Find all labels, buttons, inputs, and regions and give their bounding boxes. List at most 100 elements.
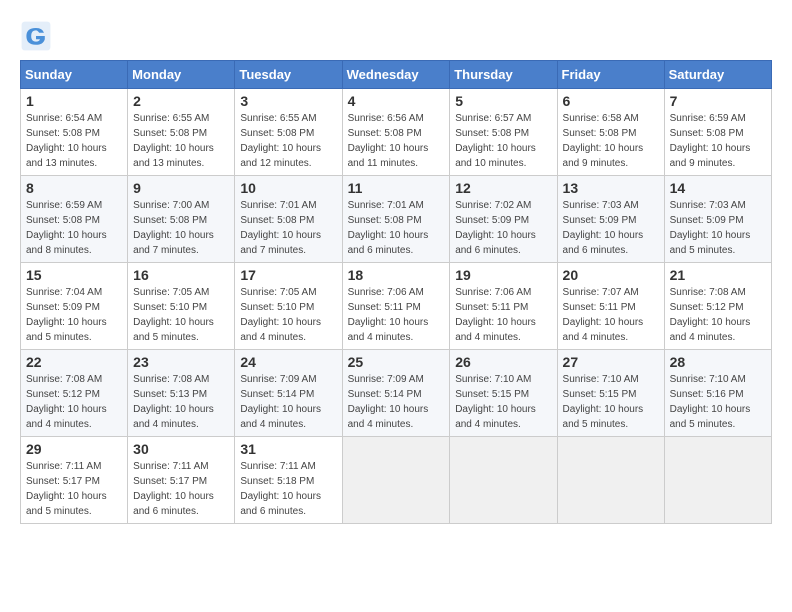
calendar-cell: 26 Sunrise: 7:10 AMSunset: 5:15 PMDaylig…	[450, 350, 557, 437]
day-info: Sunrise: 7:07 AMSunset: 5:11 PMDaylight:…	[563, 285, 659, 345]
day-info: Sunrise: 7:11 AMSunset: 5:18 PMDaylight:…	[240, 459, 336, 519]
calendar-cell: 15 Sunrise: 7:04 AMSunset: 5:09 PMDaylig…	[21, 263, 128, 350]
day-number: 21	[670, 267, 766, 283]
calendar-cell: 20 Sunrise: 7:07 AMSunset: 5:11 PMDaylig…	[557, 263, 664, 350]
day-number: 24	[240, 354, 336, 370]
calendar-cell: 14 Sunrise: 7:03 AMSunset: 5:09 PMDaylig…	[664, 176, 771, 263]
day-info: Sunrise: 6:57 AMSunset: 5:08 PMDaylight:…	[455, 111, 551, 171]
day-info: Sunrise: 7:11 AMSunset: 5:17 PMDaylight:…	[26, 459, 122, 519]
calendar-cell: 30 Sunrise: 7:11 AMSunset: 5:17 PMDaylig…	[128, 437, 235, 524]
logo	[20, 20, 56, 52]
day-number: 2	[133, 93, 229, 109]
calendar-body: 1 Sunrise: 6:54 AMSunset: 5:08 PMDayligh…	[21, 89, 772, 524]
calendar-cell: 11 Sunrise: 7:01 AMSunset: 5:08 PMDaylig…	[342, 176, 450, 263]
day-number: 10	[240, 180, 336, 196]
calendar-week-row: 15 Sunrise: 7:04 AMSunset: 5:09 PMDaylig…	[21, 263, 772, 350]
day-number: 14	[670, 180, 766, 196]
day-number: 23	[133, 354, 229, 370]
day-info: Sunrise: 7:10 AMSunset: 5:15 PMDaylight:…	[563, 372, 659, 432]
day-info: Sunrise: 7:03 AMSunset: 5:09 PMDaylight:…	[563, 198, 659, 258]
calendar-cell: 21 Sunrise: 7:08 AMSunset: 5:12 PMDaylig…	[664, 263, 771, 350]
day-info: Sunrise: 6:59 AMSunset: 5:08 PMDaylight:…	[26, 198, 122, 258]
day-number: 28	[670, 354, 766, 370]
day-info: Sunrise: 7:00 AMSunset: 5:08 PMDaylight:…	[133, 198, 229, 258]
day-number: 12	[455, 180, 551, 196]
day-number: 4	[348, 93, 445, 109]
calendar-cell: 28 Sunrise: 7:10 AMSunset: 5:16 PMDaylig…	[664, 350, 771, 437]
day-info: Sunrise: 6:59 AMSunset: 5:08 PMDaylight:…	[670, 111, 766, 171]
day-info: Sunrise: 6:56 AMSunset: 5:08 PMDaylight:…	[348, 111, 445, 171]
calendar-cell: 4 Sunrise: 6:56 AMSunset: 5:08 PMDayligh…	[342, 89, 450, 176]
generalblue-logo-icon	[20, 20, 52, 52]
day-info: Sunrise: 7:08 AMSunset: 5:12 PMDaylight:…	[26, 372, 122, 432]
weekday-header-monday: Monday	[128, 61, 235, 89]
day-info: Sunrise: 6:55 AMSunset: 5:08 PMDaylight:…	[133, 111, 229, 171]
calendar-table: SundayMondayTuesdayWednesdayThursdayFrid…	[20, 60, 772, 524]
day-number: 11	[348, 180, 445, 196]
calendar-cell: 2 Sunrise: 6:55 AMSunset: 5:08 PMDayligh…	[128, 89, 235, 176]
day-info: Sunrise: 7:01 AMSunset: 5:08 PMDaylight:…	[348, 198, 445, 258]
calendar-cell: 16 Sunrise: 7:05 AMSunset: 5:10 PMDaylig…	[128, 263, 235, 350]
day-info: Sunrise: 7:05 AMSunset: 5:10 PMDaylight:…	[133, 285, 229, 345]
calendar-cell: 13 Sunrise: 7:03 AMSunset: 5:09 PMDaylig…	[557, 176, 664, 263]
calendar-cell: 8 Sunrise: 6:59 AMSunset: 5:08 PMDayligh…	[21, 176, 128, 263]
day-info: Sunrise: 7:02 AMSunset: 5:09 PMDaylight:…	[455, 198, 551, 258]
day-info: Sunrise: 7:05 AMSunset: 5:10 PMDaylight:…	[240, 285, 336, 345]
calendar-cell: 23 Sunrise: 7:08 AMSunset: 5:13 PMDaylig…	[128, 350, 235, 437]
day-info: Sunrise: 6:58 AMSunset: 5:08 PMDaylight:…	[563, 111, 659, 171]
day-number: 16	[133, 267, 229, 283]
day-number: 1	[26, 93, 122, 109]
day-number: 13	[563, 180, 659, 196]
calendar-cell: 5 Sunrise: 6:57 AMSunset: 5:08 PMDayligh…	[450, 89, 557, 176]
page-header	[20, 20, 772, 52]
day-info: Sunrise: 7:06 AMSunset: 5:11 PMDaylight:…	[348, 285, 445, 345]
calendar-cell: 19 Sunrise: 7:06 AMSunset: 5:11 PMDaylig…	[450, 263, 557, 350]
calendar-week-row: 1 Sunrise: 6:54 AMSunset: 5:08 PMDayligh…	[21, 89, 772, 176]
day-info: Sunrise: 7:08 AMSunset: 5:12 PMDaylight:…	[670, 285, 766, 345]
calendar-cell: 10 Sunrise: 7:01 AMSunset: 5:08 PMDaylig…	[235, 176, 342, 263]
calendar-cell: 27 Sunrise: 7:10 AMSunset: 5:15 PMDaylig…	[557, 350, 664, 437]
day-info: Sunrise: 7:08 AMSunset: 5:13 PMDaylight:…	[133, 372, 229, 432]
day-info: Sunrise: 7:09 AMSunset: 5:14 PMDaylight:…	[348, 372, 445, 432]
calendar-cell: 24 Sunrise: 7:09 AMSunset: 5:14 PMDaylig…	[235, 350, 342, 437]
day-number: 17	[240, 267, 336, 283]
day-info: Sunrise: 7:03 AMSunset: 5:09 PMDaylight:…	[670, 198, 766, 258]
calendar-cell	[342, 437, 450, 524]
calendar-cell: 29 Sunrise: 7:11 AMSunset: 5:17 PMDaylig…	[21, 437, 128, 524]
day-number: 6	[563, 93, 659, 109]
calendar-week-row: 22 Sunrise: 7:08 AMSunset: 5:12 PMDaylig…	[21, 350, 772, 437]
calendar-cell: 25 Sunrise: 7:09 AMSunset: 5:14 PMDaylig…	[342, 350, 450, 437]
calendar-cell: 12 Sunrise: 7:02 AMSunset: 5:09 PMDaylig…	[450, 176, 557, 263]
day-info: Sunrise: 7:01 AMSunset: 5:08 PMDaylight:…	[240, 198, 336, 258]
calendar-header-row: SundayMondayTuesdayWednesdayThursdayFrid…	[21, 61, 772, 89]
day-number: 22	[26, 354, 122, 370]
day-info: Sunrise: 6:54 AMSunset: 5:08 PMDaylight:…	[26, 111, 122, 171]
day-info: Sunrise: 7:10 AMSunset: 5:15 PMDaylight:…	[455, 372, 551, 432]
day-info: Sunrise: 6:55 AMSunset: 5:08 PMDaylight:…	[240, 111, 336, 171]
day-info: Sunrise: 7:06 AMSunset: 5:11 PMDaylight:…	[455, 285, 551, 345]
calendar-cell: 1 Sunrise: 6:54 AMSunset: 5:08 PMDayligh…	[21, 89, 128, 176]
weekday-header-thursday: Thursday	[450, 61, 557, 89]
day-info: Sunrise: 7:10 AMSunset: 5:16 PMDaylight:…	[670, 372, 766, 432]
day-number: 7	[670, 93, 766, 109]
calendar-cell: 6 Sunrise: 6:58 AMSunset: 5:08 PMDayligh…	[557, 89, 664, 176]
calendar-week-row: 29 Sunrise: 7:11 AMSunset: 5:17 PMDaylig…	[21, 437, 772, 524]
day-number: 31	[240, 441, 336, 457]
weekday-header-friday: Friday	[557, 61, 664, 89]
calendar-cell	[557, 437, 664, 524]
calendar-cell: 3 Sunrise: 6:55 AMSunset: 5:08 PMDayligh…	[235, 89, 342, 176]
day-number: 27	[563, 354, 659, 370]
day-number: 9	[133, 180, 229, 196]
calendar-cell: 17 Sunrise: 7:05 AMSunset: 5:10 PMDaylig…	[235, 263, 342, 350]
calendar-cell	[664, 437, 771, 524]
weekday-header-tuesday: Tuesday	[235, 61, 342, 89]
day-number: 5	[455, 93, 551, 109]
day-info: Sunrise: 7:04 AMSunset: 5:09 PMDaylight:…	[26, 285, 122, 345]
day-number: 25	[348, 354, 445, 370]
day-number: 15	[26, 267, 122, 283]
calendar-cell: 18 Sunrise: 7:06 AMSunset: 5:11 PMDaylig…	[342, 263, 450, 350]
calendar-week-row: 8 Sunrise: 6:59 AMSunset: 5:08 PMDayligh…	[21, 176, 772, 263]
weekday-header-wednesday: Wednesday	[342, 61, 450, 89]
calendar-cell: 7 Sunrise: 6:59 AMSunset: 5:08 PMDayligh…	[664, 89, 771, 176]
calendar-cell: 9 Sunrise: 7:00 AMSunset: 5:08 PMDayligh…	[128, 176, 235, 263]
